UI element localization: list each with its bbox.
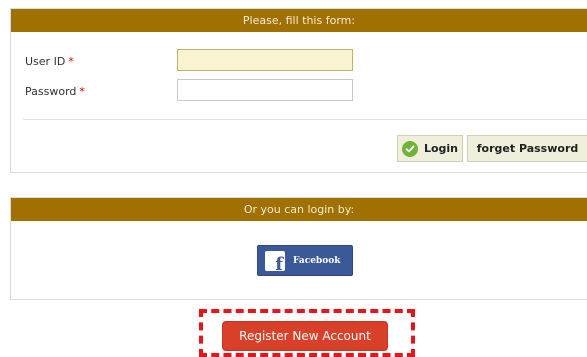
form-divider — [23, 119, 587, 120]
user-id-label: User ID * — [25, 55, 74, 68]
check-icon — [401, 140, 418, 157]
user-id-input[interactable] — [177, 49, 353, 71]
facebook-button-label: Facebook — [293, 255, 341, 266]
required-marker: * — [79, 85, 85, 98]
login-button-label: Login — [423, 142, 459, 155]
register-button-label: Register New Account — [239, 329, 371, 343]
forget-password-button[interactable]: forget Password — [467, 135, 587, 162]
login-form-header: Please, fill this form: — [11, 9, 587, 32]
social-login-panel: Or you can login by: f Facebook — [10, 197, 587, 300]
social-login-header: Or you can login by: — [11, 198, 587, 221]
login-button[interactable]: Login — [397, 135, 463, 162]
facebook-login-button[interactable]: f Facebook — [257, 245, 353, 276]
facebook-icon: f — [265, 250, 285, 271]
forget-password-label: forget Password — [476, 142, 579, 155]
required-marker: * — [68, 55, 74, 68]
password-label-text: Password — [25, 85, 77, 98]
password-input[interactable] — [177, 79, 353, 101]
login-form-panel: Please, fill this form: User ID * Passwor… — [10, 8, 587, 173]
user-id-label-text: User ID — [25, 55, 66, 68]
password-label: Password * — [25, 85, 85, 98]
register-new-account-button[interactable]: Register New Account — [222, 321, 388, 351]
